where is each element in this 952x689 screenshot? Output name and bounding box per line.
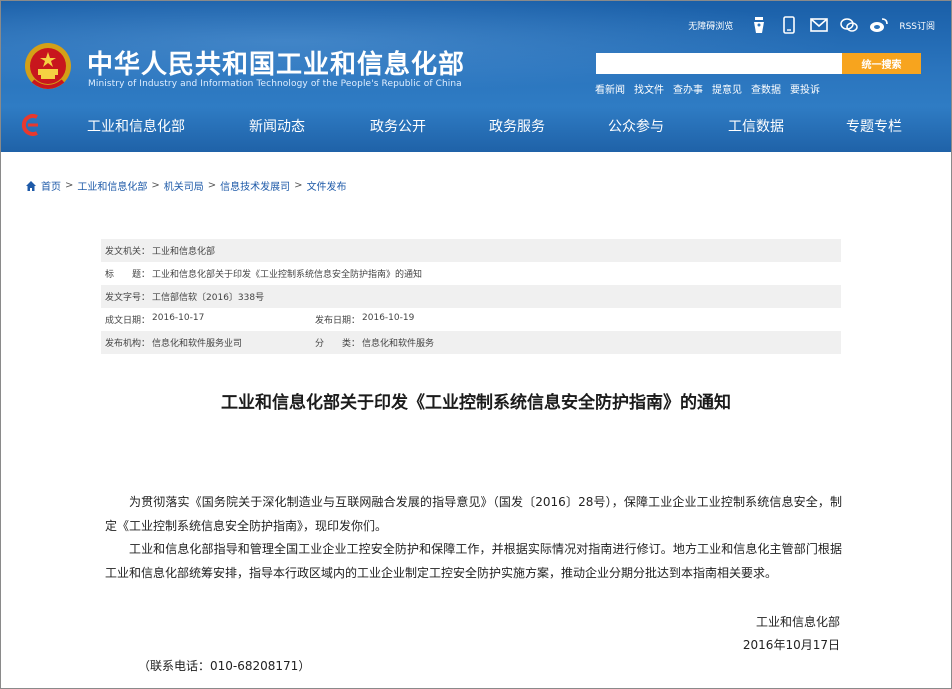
meta-category-label: 分 类： (315, 339, 361, 349)
breadcrumb-separator: > (207, 180, 217, 191)
meta-row-dates: 成文日期： 2016-10-17 发布日期： 2016-10-19 (101, 308, 841, 331)
breadcrumb-separator: > (151, 180, 160, 191)
quick-link-feedback[interactable]: 提意见 (712, 81, 742, 96)
meta-written-value: 2016-10-17 (152, 313, 205, 323)
nav-item-gov-info[interactable]: 政务公开 (370, 116, 426, 136)
breadcrumb-file-release[interactable]: 文件发布 (307, 178, 347, 193)
home-icon (26, 180, 36, 191)
meta-row-issuer: 发文机关： 工业和信息化部 (101, 239, 841, 262)
breadcrumb: 首页 > 工业和信息化部 > 机关司局 > 信息技术发展司 > 文件发布 (25, 178, 347, 193)
national-emblem-logo[interactable] (23, 41, 73, 93)
document-paragraph: 为贯彻落实《国务院关于深化制造业与互联网融合发展的指导意见》（国发〔2016〕2… (105, 495, 842, 533)
meta-issuer-label: 发文机关： (105, 247, 151, 257)
site-header: 中华人民共和国工业和信息化部 Ministry of Industry and … (1, 1, 951, 152)
quick-link-services[interactable]: 查办事 (673, 81, 703, 96)
meta-published-label: 发布日期： (315, 316, 361, 326)
quick-links: 看新闻 找文件 查办事 提意见 查数据 要投诉 (595, 81, 820, 96)
meta-row-title: 标 题： 工业和信息化部关于印发《工业控制系统信息安全防护指南》的通知 (101, 262, 841, 285)
meta-written-label: 成文日期： (105, 316, 151, 326)
document-body: 为贯彻落实《国务院关于深化制造业与互联网融合发展的指导意见》（国发〔2016〕2… (105, 491, 842, 585)
accessible-browse-link[interactable]: 无障碍浏览 (688, 19, 733, 32)
mobile-icon[interactable] (779, 15, 799, 35)
meta-issuer-value: 工业和信息化部 (152, 247, 216, 257)
breadcrumb-it-dept[interactable]: 信息技术发展司 (220, 178, 290, 193)
quick-link-files[interactable]: 找文件 (634, 81, 664, 96)
contact-phone: （联系电话：010-68208171） (138, 659, 311, 673)
main-nav: 工业和信息化部 新闻动态 政务公开 政务服务 公众参与 工信数据 专题专栏 (1, 104, 951, 148)
quick-link-news[interactable]: 看新闻 (595, 81, 625, 96)
meta-published-value: 2016-10-19 (362, 313, 415, 323)
nav-item-data[interactable]: 工信数据 (728, 116, 784, 136)
meta-category-value: 信息化和软件服务 (362, 339, 435, 349)
document-heading: 工业和信息化部关于印发《工业控制系统信息安全防护指南》的通知 (221, 393, 731, 413)
weibo-icon[interactable] (869, 15, 889, 35)
search-button[interactable]: 统一搜索 (842, 53, 921, 74)
rss-link[interactable]: RSS订阅 (899, 19, 935, 32)
ministry-mark-icon (21, 114, 38, 136)
wechat-mini-icon[interactable] (749, 15, 769, 35)
signature-org: 工业和信息化部 (755, 615, 840, 629)
site-subtitle: Ministry of Industry and Information Tec… (88, 79, 462, 89)
meta-title-label: 标 题： (105, 270, 151, 280)
search-input[interactable] (596, 53, 844, 74)
nav-item-ministry[interactable]: 工业和信息化部 (87, 116, 185, 136)
meta-row-org: 发布机构： 信息化和软件服务业司 分 类： 信息化和软件服务 (101, 331, 841, 354)
wechat-icon[interactable] (839, 15, 859, 35)
breadcrumb-departments[interactable]: 机关司局 (164, 178, 204, 193)
meta-title-value: 工业和信息化部关于印发《工业控制系统信息安全防护指南》的通知 (152, 270, 423, 280)
site-title: 中华人民共和国工业和信息化部 (87, 50, 466, 80)
signature-date: 2016年10月17日 (742, 638, 840, 652)
breadcrumb-separator: > (294, 180, 303, 191)
page-frame: 中华人民共和国工业和信息化部 Ministry of Industry and … (0, 0, 952, 689)
meta-org-label: 发布机构： (105, 339, 151, 349)
nav-item-public[interactable]: 公众参与 (608, 116, 664, 136)
breadcrumb-separator: > (65, 180, 74, 191)
nav-item-news[interactable]: 新闻动态 (249, 116, 305, 136)
breadcrumb-home[interactable]: 首页 (41, 178, 61, 193)
nav-item-gov-service[interactable]: 政务服务 (489, 116, 545, 136)
quick-link-complaint[interactable]: 要投诉 (790, 81, 820, 96)
mail-icon[interactable] (809, 15, 829, 35)
meta-docno-label: 发文字号： (105, 293, 151, 303)
meta-row-docno: 发文字号： 工信部信软〔2016〕338号 (101, 285, 841, 308)
meta-docno-value: 工信部信软〔2016〕338号 (152, 293, 265, 303)
meta-org-value: 信息化和软件服务业司 (152, 339, 243, 349)
document-signature-block: 工业和信息化部 2016年10月17日 (743, 611, 840, 657)
quick-link-data[interactable]: 查数据 (751, 81, 781, 96)
nav-item-topics[interactable]: 专题专栏 (846, 116, 902, 136)
top-utility-bar: 无障碍浏览 RSS订阅 (688, 13, 935, 37)
document-paragraph: 工业和信息化部指导和管理全国工业企业工控安全防护和保障工作，并根据实际情况对指南… (105, 542, 842, 580)
breadcrumb-ministry[interactable]: 工业和信息化部 (77, 178, 147, 193)
document-meta-table: 发文机关： 工业和信息化部 标 题： 工业和信息化部关于印发《工业控制系统信息安全防… (101, 239, 841, 354)
